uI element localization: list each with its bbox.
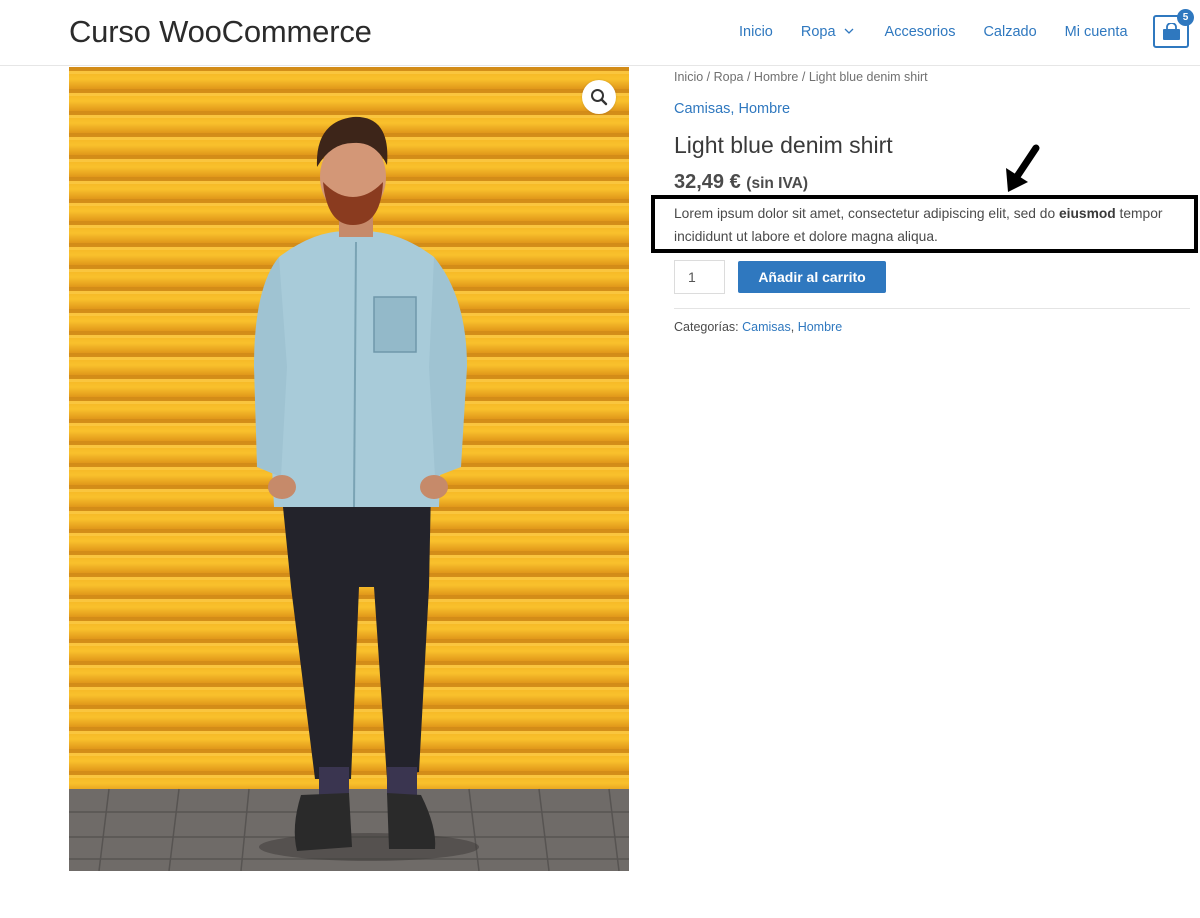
quantity-input[interactable]: 1 [674, 260, 725, 294]
meta-label: Categorías: [674, 320, 739, 334]
meta-category-hombre[interactable]: Hombre [798, 320, 842, 334]
site-title[interactable]: Curso WooCommerce [69, 14, 372, 50]
product-meta: Categorías: Camisas, Hombre [674, 320, 842, 334]
nav-item-calzado[interactable]: Calzado [983, 24, 1036, 40]
breadcrumb-link-hombre[interactable]: Hombre [754, 70, 798, 84]
chevron-down-icon [843, 25, 857, 39]
breadcrumb-link-inicio[interactable]: Inicio [674, 70, 703, 84]
nav-item-label: Mi cuenta [1064, 24, 1128, 40]
highlight-box [651, 195, 1198, 253]
breadcrumb-separator: / [743, 70, 754, 84]
product-image[interactable] [69, 67, 629, 871]
category-link-hombre[interactable]: Hombre [738, 101, 790, 117]
add-to-cart-button[interactable]: Añadir al carrito [738, 261, 886, 293]
breadcrumb-separator: / [703, 70, 714, 84]
nav-item-label: Accesorios [884, 24, 956, 40]
nav-item-label: Calzado [983, 24, 1037, 40]
product-title: Light blue denim shirt [674, 132, 893, 158]
site-header: Curso WooCommerce Inicio Ropa Accesorios… [0, 0, 1200, 66]
main-nav: Inicio Ropa Accesorios Calzado Mi cuenta [739, 24, 1156, 40]
cart-button[interactable]: 5 [1153, 9, 1194, 48]
product-categories-top: Camisas, Hombre [674, 101, 790, 117]
price-amount: 32,49 € [674, 171, 741, 193]
nav-item-mi-cuenta[interactable]: Mi cuenta [1065, 24, 1128, 40]
arrow-down-left-icon [1006, 144, 1040, 192]
nav-item-accesorios[interactable]: Accesorios [885, 24, 956, 40]
nav-item-label: Ropa [800, 24, 836, 40]
meta-separator: , [790, 320, 798, 334]
breadcrumb-separator: / [798, 70, 809, 84]
meta-category-camisas[interactable]: Camisas [742, 320, 791, 334]
divider [674, 308, 1190, 309]
shopping-bag-icon [1163, 23, 1180, 40]
zoom-button[interactable] [582, 80, 616, 114]
cart-count-badge: 5 [1177, 9, 1194, 26]
nav-item-label: Inicio [739, 24, 773, 40]
product-price: 32,49 € (sin IVA) [674, 171, 808, 194]
product-photo [69, 67, 629, 871]
breadcrumb-link-ropa[interactable]: Ropa [714, 70, 744, 84]
breadcrumb-current: Light blue denim shirt [808, 70, 928, 84]
nav-item-ropa[interactable]: Ropa [801, 24, 857, 40]
magnifier-icon [591, 89, 608, 106]
price-suffix: (sin IVA) [746, 175, 809, 192]
category-link-camisas[interactable]: Camisas [674, 101, 730, 117]
nav-item-inicio[interactable]: Inicio [739, 24, 773, 40]
breadcrumb: Inicio / Ropa / Hombre / Light blue deni… [674, 70, 928, 84]
